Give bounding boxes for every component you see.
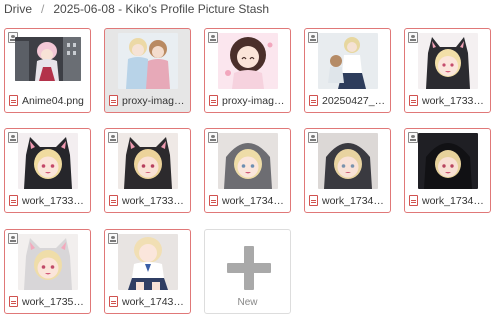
image-file-icon xyxy=(409,195,418,206)
file-name-text: work_1734185... xyxy=(322,194,387,207)
file-tile[interactable]: work_1734185... xyxy=(204,128,291,213)
file-name: 20250427_202... xyxy=(309,94,387,107)
file-name-text: 20250427_202... xyxy=(322,94,387,107)
new-file-tile[interactable]: New xyxy=(204,229,291,314)
image-file-icon xyxy=(9,195,18,206)
image-file-icon xyxy=(9,296,18,307)
file-tile[interactable]: work_1743834... xyxy=(104,229,191,314)
file-name: work_1734185... xyxy=(209,194,287,207)
image-file-icon xyxy=(309,95,318,106)
file-thumbnail xyxy=(417,33,478,89)
file-name-text: work_1733325... xyxy=(22,194,87,207)
file-thumbnail xyxy=(317,133,378,189)
file-name: work_1735030... xyxy=(9,295,87,308)
plus-icon xyxy=(227,246,271,290)
file-tile[interactable]: proxy-image-1... xyxy=(104,28,191,113)
file-name: work_1733325... xyxy=(409,94,487,107)
image-type-icon xyxy=(308,132,318,143)
file-name-text: proxy-image.jp... xyxy=(222,94,287,107)
file-thumbnail xyxy=(217,133,278,189)
image-file-icon xyxy=(409,95,418,106)
image-type-icon xyxy=(408,32,418,43)
file-name-text: work_1733325... xyxy=(422,94,487,107)
file-tile[interactable]: work_1733326... xyxy=(104,128,191,213)
file-tile[interactable]: 20250427_202... xyxy=(304,28,391,113)
image-type-icon xyxy=(108,132,118,143)
file-name: proxy-image-1... xyxy=(109,94,187,107)
image-file-icon xyxy=(109,296,118,307)
image-file-icon xyxy=(209,195,218,206)
file-tile[interactable]: work_1734185... xyxy=(304,128,391,213)
image-type-icon xyxy=(208,132,218,143)
file-thumbnail xyxy=(17,133,78,189)
image-file-icon xyxy=(109,95,118,106)
file-name: work_1733326... xyxy=(109,194,187,207)
file-name: work_1734185... xyxy=(309,194,387,207)
file-tile[interactable]: proxy-image.jp... xyxy=(204,28,291,113)
image-type-icon xyxy=(8,233,18,244)
file-name: Anime04.png xyxy=(9,94,87,107)
file-thumbnail xyxy=(14,37,81,81)
new-label: New xyxy=(237,297,258,308)
image-file-icon xyxy=(109,195,118,206)
image-file-icon xyxy=(209,95,218,106)
file-name-text: work_1735030... xyxy=(22,295,87,308)
file-thumbnail xyxy=(117,234,178,290)
image-type-icon xyxy=(108,233,118,244)
file-thumbnail xyxy=(217,33,278,89)
file-name-text: work_1734185... xyxy=(222,194,287,207)
image-file-icon xyxy=(9,95,18,106)
image-type-icon xyxy=(408,132,418,143)
file-thumbnail xyxy=(117,33,178,89)
file-tile[interactable]: work_1734283... xyxy=(404,128,491,213)
file-tile[interactable]: work_1733325... xyxy=(4,128,91,213)
file-thumbnail xyxy=(317,33,378,89)
file-name: proxy-image.jp... xyxy=(209,94,287,107)
file-name-text: work_1733326... xyxy=(122,194,187,207)
file-thumbnail xyxy=(17,234,78,290)
file-name-text: work_1734283... xyxy=(422,194,487,207)
file-grid: Anime04.png proxy-image-1... xyxy=(0,0,500,325)
file-thumbnail xyxy=(417,133,478,189)
file-name-text: work_1743834... xyxy=(122,295,187,308)
file-name: work_1734283... xyxy=(409,194,487,207)
file-name-text: proxy-image-1... xyxy=(122,94,187,107)
image-file-icon xyxy=(309,195,318,206)
file-name: work_1733325... xyxy=(9,194,87,207)
file-tile[interactable]: work_1733325... xyxy=(404,28,491,113)
file-name-text: Anime04.png xyxy=(22,94,84,107)
image-type-icon xyxy=(308,32,318,43)
image-type-icon xyxy=(8,132,18,143)
file-name: work_1743834... xyxy=(109,295,187,308)
file-tile[interactable]: work_1735030... xyxy=(4,229,91,314)
image-type-icon xyxy=(208,32,218,43)
file-thumbnail xyxy=(117,133,178,189)
file-tile[interactable]: Anime04.png xyxy=(4,28,91,113)
